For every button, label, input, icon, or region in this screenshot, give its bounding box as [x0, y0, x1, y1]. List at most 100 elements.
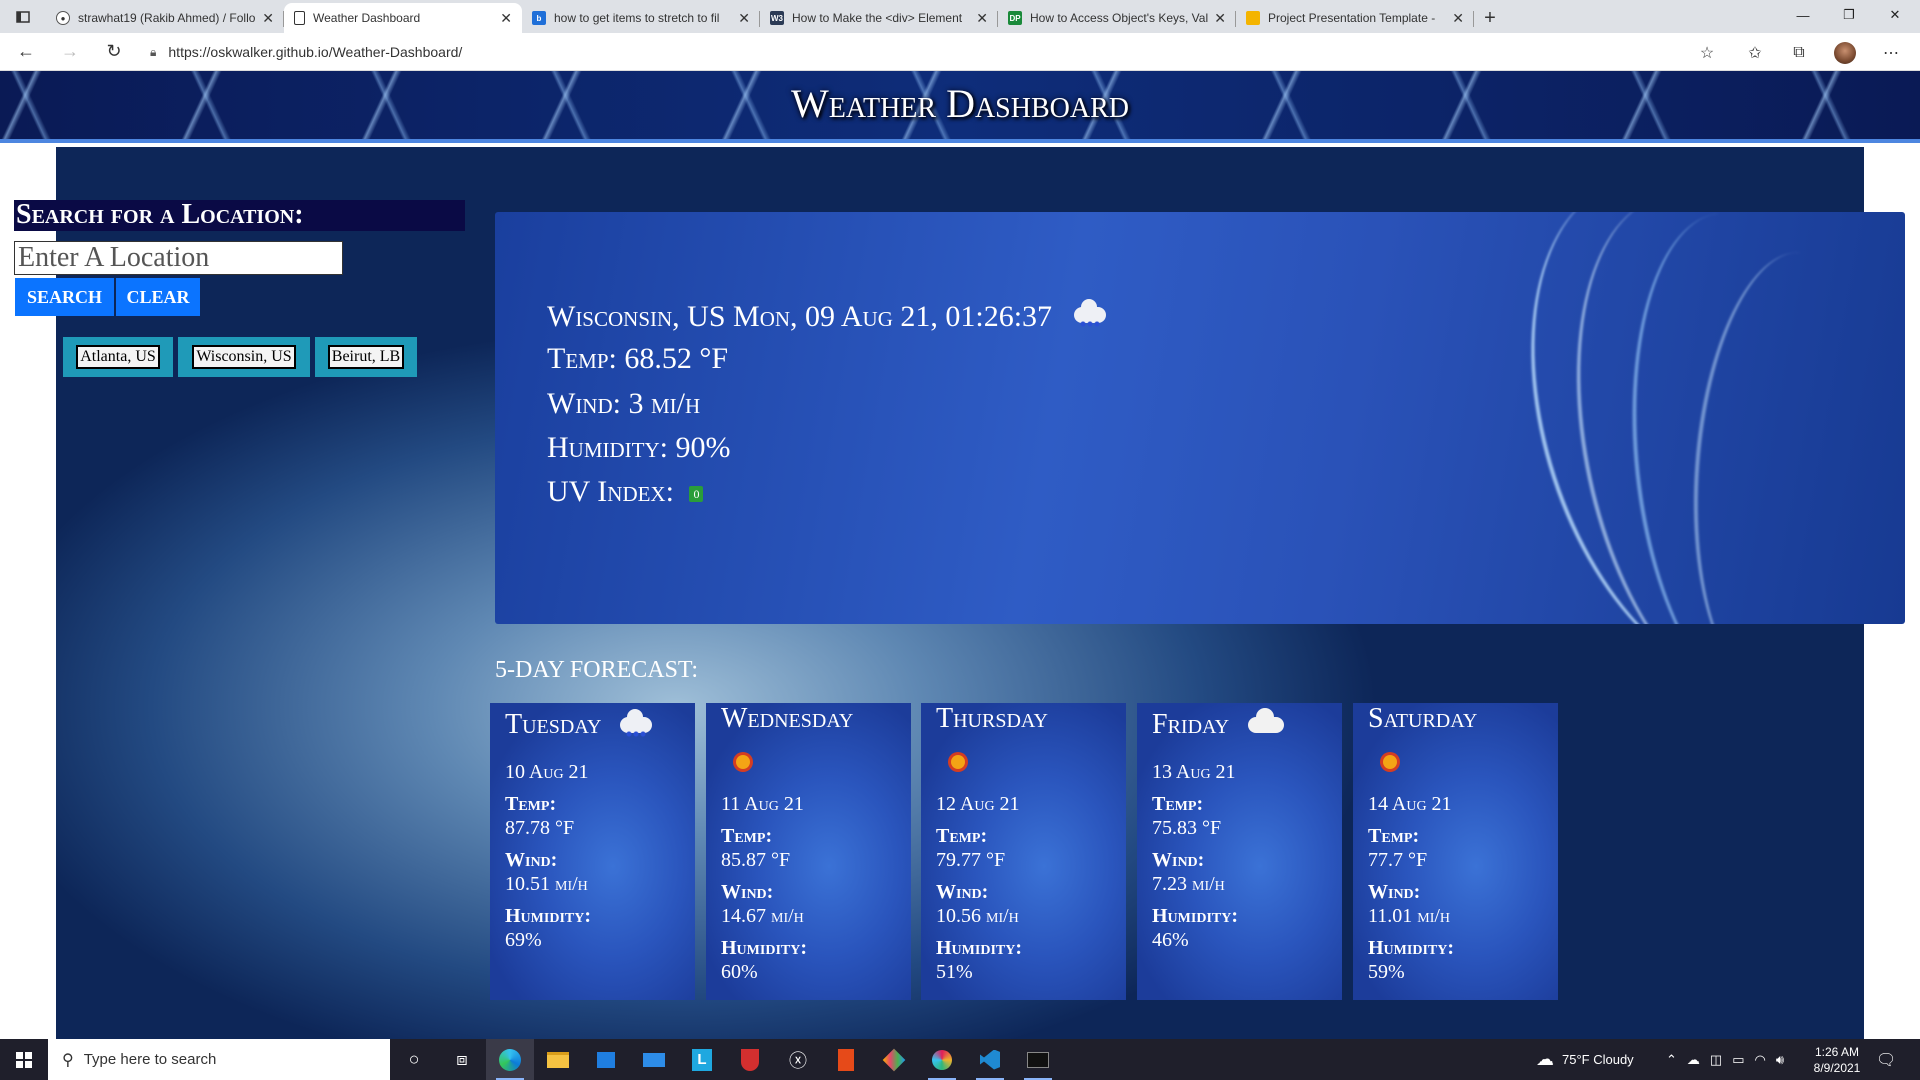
tab-close-icon[interactable]: ✕ [1214, 10, 1226, 27]
browser-tab-github[interactable]: ● strawhat19 (Rakib Ahmed) / Follo ✕ [46, 3, 284, 33]
browser-tab-slides[interactable]: Project Presentation Template - ✕ [1236, 3, 1474, 33]
forecast-wind-label: Wind: [1152, 849, 1205, 871]
forecast-card-friday: Friday 13 Aug 21 Temp: 75.83 °F Wind: 7.… [1137, 703, 1342, 1000]
forecast-temp: 77.7 °F [1368, 849, 1428, 871]
show-hidden-icons-icon[interactable]: ⌃ [1666, 1052, 1677, 1068]
dp-icon: DP [1008, 11, 1022, 25]
search-input[interactable] [14, 241, 343, 275]
cloud-icon: ☁ [1536, 1049, 1554, 1069]
slack-icon[interactable] [918, 1039, 966, 1080]
forecast-day: Tuesday [505, 708, 653, 741]
taskbar-search-placeholder: Type here to search [83, 1051, 217, 1068]
browser-tab-bing[interactable]: b how to get items to stretch to fil ✕ [522, 3, 760, 33]
tab-close-icon[interactable]: ✕ [262, 10, 274, 27]
cortana-icon[interactable]: ○ [390, 1039, 438, 1080]
browser-tab-weather-dashboard[interactable]: Weather Dashboard ✕ [284, 3, 522, 33]
add-favorite-icon[interactable]: ☆ [1694, 40, 1720, 66]
history-label: Atlanta, US [76, 345, 160, 369]
reload-icon[interactable]: ↻ [96, 36, 132, 68]
file-explorer-icon[interactable] [534, 1039, 582, 1080]
tab-close-icon[interactable]: ✕ [976, 10, 988, 27]
system-tray: ⌃ ☁ ◫ ▭ ◠ 🔊︎ [1666, 1039, 1784, 1080]
l-app-icon[interactable]: L [678, 1039, 726, 1080]
current-temp: Temp: 68.52 °F [547, 342, 729, 375]
forecast-temp: 75.83 °F [1152, 817, 1222, 839]
forecast-day-label: Thursday [936, 703, 1048, 734]
url-text: https://oskwalker.github.io/Weather-Dash… [168, 44, 463, 60]
xbox-icon[interactable]: ⓧ [774, 1039, 822, 1080]
tab-close-icon[interactable]: ✕ [500, 10, 512, 27]
terminal-icon[interactable] [1014, 1039, 1062, 1080]
vscode-icon[interactable] [966, 1039, 1014, 1080]
history-label: Wisconsin, US [192, 345, 296, 369]
minimize-icon[interactable]: — [1780, 0, 1826, 30]
collections-icon[interactable]: ⧉ [1786, 40, 1812, 66]
task-view-icon[interactable]: ⧈ [438, 1039, 486, 1080]
tray-network-icon[interactable]: ◫ [1710, 1052, 1722, 1068]
favorites-icon[interactable]: ✩ [1742, 40, 1768, 66]
history-button-beirut[interactable]: Beirut, LB [315, 337, 417, 377]
uv-index-badge: 0 [689, 486, 704, 503]
uv-label: UV Index: [547, 475, 674, 508]
forecast-heading: 5-DAY FORECAST: [495, 657, 699, 683]
git-app-icon[interactable] [870, 1039, 918, 1080]
restore-icon[interactable]: ❐ [1826, 0, 1872, 30]
current-location-date: Wisconsin, US Mon, 09 Aug 21, 01:26:37 [547, 299, 1106, 334]
forecast-humidity-label: Humidity: [505, 905, 591, 927]
tab-actions-icon[interactable] [0, 0, 46, 33]
search-heading: Search for a Location: [14, 200, 465, 231]
sun-icon [951, 753, 965, 771]
mail-icon[interactable] [630, 1039, 678, 1080]
forecast-wind-label: Wind: [1368, 881, 1421, 903]
taskbar-clock[interactable]: 1:26 AM 8/9/2021 [1802, 1039, 1872, 1080]
forecast-day-label: Wednesday [721, 703, 854, 734]
history-button-wisconsin[interactable]: Wisconsin, US [178, 337, 310, 377]
sun-icon [1383, 753, 1397, 771]
tab-title: strawhat19 (Rakib Ahmed) / Follo [78, 11, 256, 25]
bing-icon: b [532, 11, 546, 25]
clear-button[interactable]: CLEAR [116, 278, 200, 316]
taskbar-weather[interactable]: ☁ 75°F Cloudy [1536, 1039, 1634, 1080]
tab-title: How to Access Object's Keys, Val [1030, 11, 1209, 25]
history-button-atlanta[interactable]: Atlanta, US [63, 337, 173, 377]
w3-icon: W3 [770, 11, 784, 25]
new-tab-button[interactable]: + [1474, 3, 1506, 33]
clock-date: 8/9/2021 [1813, 1060, 1861, 1075]
browser-tab-dp[interactable]: DP How to Access Object's Keys, Val ✕ [998, 3, 1236, 33]
forecast-humidity: 51% [936, 961, 973, 983]
battery-icon[interactable]: ▭ [1732, 1052, 1744, 1068]
profile-avatar[interactable] [1832, 40, 1858, 66]
mcafee-icon[interactable] [726, 1039, 774, 1080]
browser-tab-w3schools[interactable]: W3 How to Make the <div> Element ✕ [760, 3, 998, 33]
wifi-icon[interactable]: ◠ [1755, 1052, 1766, 1068]
more-menu-icon[interactable]: ⋯ [1878, 40, 1904, 66]
forecast-day: Friday [1152, 707, 1285, 741]
forecast-humidity: 46% [1152, 929, 1189, 951]
store-icon[interactable] [582, 1039, 630, 1080]
url-field[interactable]: 🔒︎ https://oskwalker.github.io/Weather-D… [150, 33, 462, 71]
search-button[interactable]: SEARCH [15, 278, 114, 316]
forecast-day-label: Saturday [1368, 703, 1478, 734]
forecast-wind-label: Wind: [936, 881, 989, 903]
forecast-day-label: Friday [1152, 709, 1230, 740]
address-bar: ← → ↻ 🔒︎ https://oskwalker.github.io/Wea… [0, 33, 1920, 71]
tab-close-icon[interactable]: ✕ [1452, 10, 1464, 27]
taskbar-search-box[interactable]: ⚲ Type here to search [48, 1039, 390, 1080]
history-label: Beirut, LB [327, 345, 405, 369]
notifications-icon[interactable]: 🗨︎ [1876, 1039, 1896, 1080]
search-icon: ⚲ [62, 1051, 74, 1069]
lock-icon: 🔒︎ [150, 44, 157, 59]
back-arrow-icon[interactable]: ← [8, 36, 44, 68]
tab-close-icon[interactable]: ✕ [738, 10, 750, 27]
edge-browser-icon[interactable] [486, 1039, 534, 1080]
volume-icon[interactable]: 🔊︎ [1776, 1052, 1784, 1068]
forecast-wind: 10.51 mi/h [505, 873, 588, 895]
close-window-icon[interactable]: ✕ [1872, 0, 1918, 30]
windows-start-icon[interactable] [0, 1039, 48, 1080]
site-title: Weather Dashboard [791, 81, 1129, 126]
forward-arrow-icon[interactable]: → [52, 36, 88, 68]
forecast-humidity: 69% [505, 929, 542, 951]
forecast-date: 10 Aug 21 [505, 761, 589, 783]
tray-app-icon[interactable]: ☁ [1687, 1052, 1700, 1068]
office-icon[interactable] [822, 1039, 870, 1080]
